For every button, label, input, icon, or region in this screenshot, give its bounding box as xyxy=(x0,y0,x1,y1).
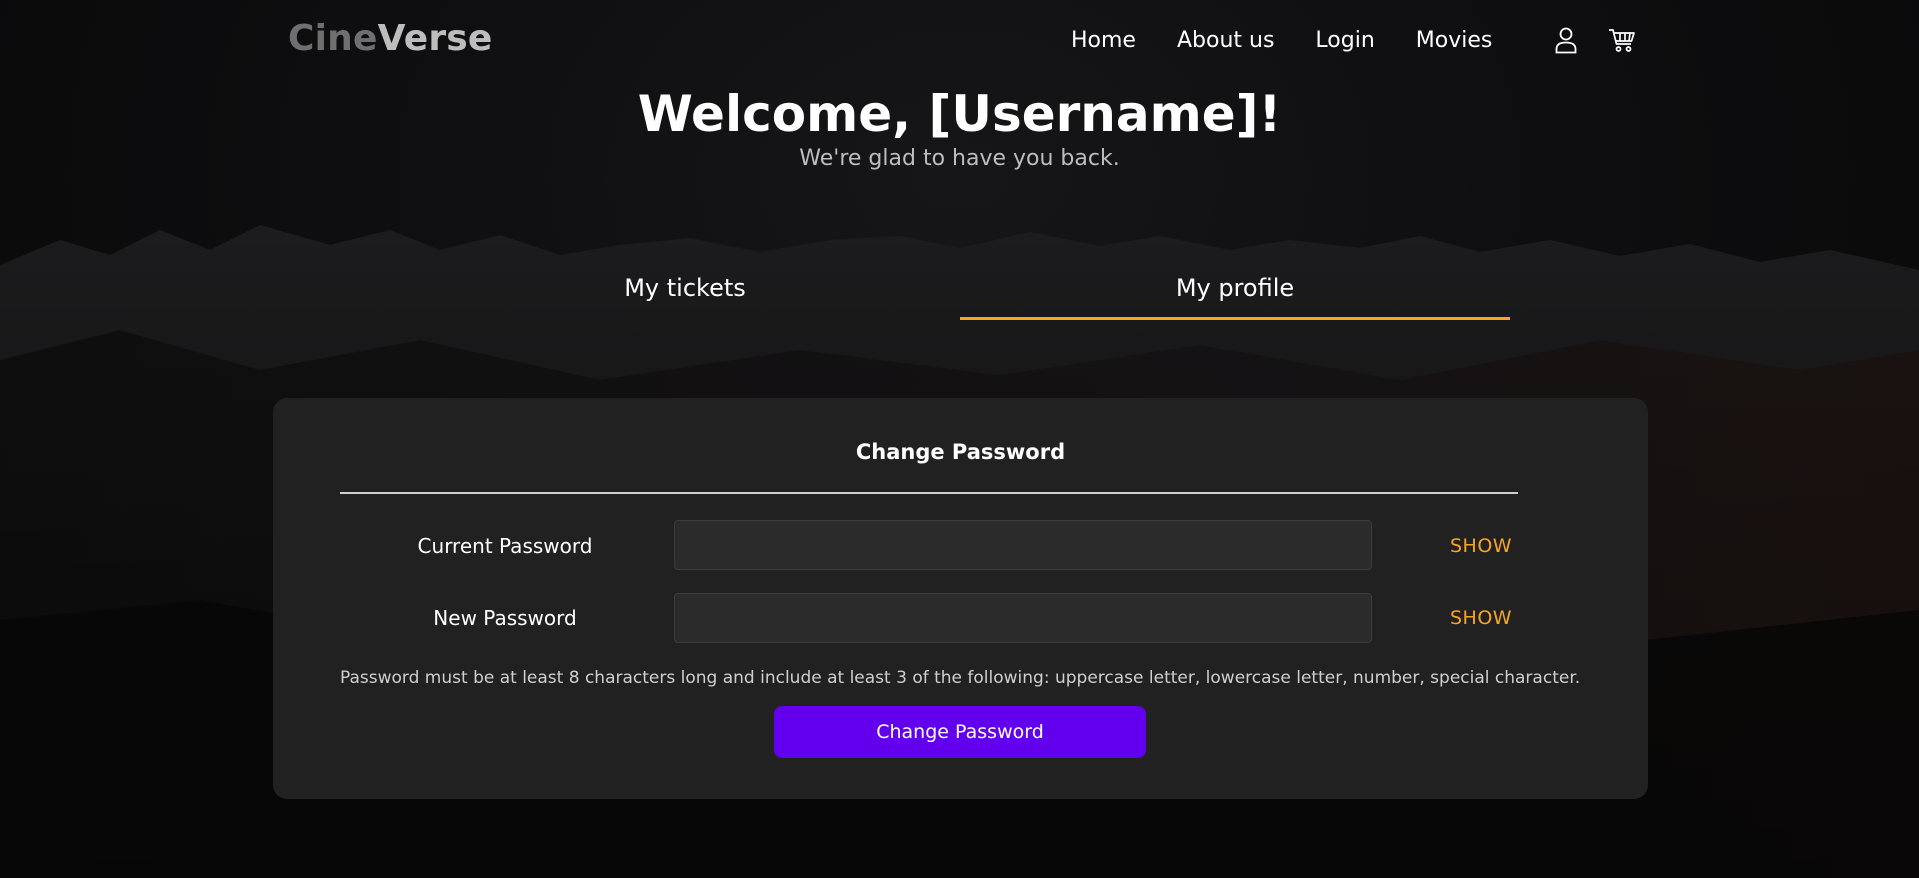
logo-part-verse: Verse xyxy=(377,18,493,59)
change-password-button[interactable]: Change Password xyxy=(774,706,1146,758)
welcome-section: Welcome, [Username]! We're glad to have … xyxy=(0,84,1919,171)
card-divider xyxy=(340,492,1518,494)
password-requirements-hint: Password must be at least 8 characters l… xyxy=(340,668,1581,688)
user-icon[interactable] xyxy=(1551,24,1581,56)
welcome-subtitle: We're glad to have you back. xyxy=(799,146,1120,171)
new-password-label: New Password xyxy=(433,606,577,630)
cart-icon[interactable] xyxy=(1607,24,1637,56)
new-password-input[interactable] xyxy=(674,593,1372,643)
nav-movies-link[interactable]: Movies xyxy=(1416,28,1493,53)
logo[interactable]: CineVerse xyxy=(288,18,493,59)
show-new-password-button[interactable]: SHOW xyxy=(1450,607,1512,629)
main-nav: Home About us Login Movies xyxy=(1071,28,1533,53)
nav-home-link[interactable]: Home xyxy=(1071,28,1136,53)
show-current-password-button[interactable]: SHOW xyxy=(1450,535,1512,557)
logo-part-cine: Cine xyxy=(288,18,378,59)
nav-icon-group xyxy=(1551,24,1663,56)
change-password-card: Change Password Current Password SHOW Ne… xyxy=(273,398,1648,799)
welcome-title: Welcome, [Username]! xyxy=(637,85,1282,143)
nav-login-link[interactable]: Login xyxy=(1315,28,1374,53)
tab-my-profile[interactable]: My profile xyxy=(960,268,1510,320)
tab-my-tickets[interactable]: My tickets xyxy=(410,268,960,320)
page: CineVerse Home About us Login Movies Wel… xyxy=(0,0,1919,878)
account-tabs: My tickets My profile xyxy=(410,268,1510,320)
nav-about-link[interactable]: About us xyxy=(1177,28,1274,53)
current-password-label: Current Password xyxy=(417,534,593,558)
current-password-input[interactable] xyxy=(674,520,1372,570)
card-title: Change Password xyxy=(855,440,1066,464)
